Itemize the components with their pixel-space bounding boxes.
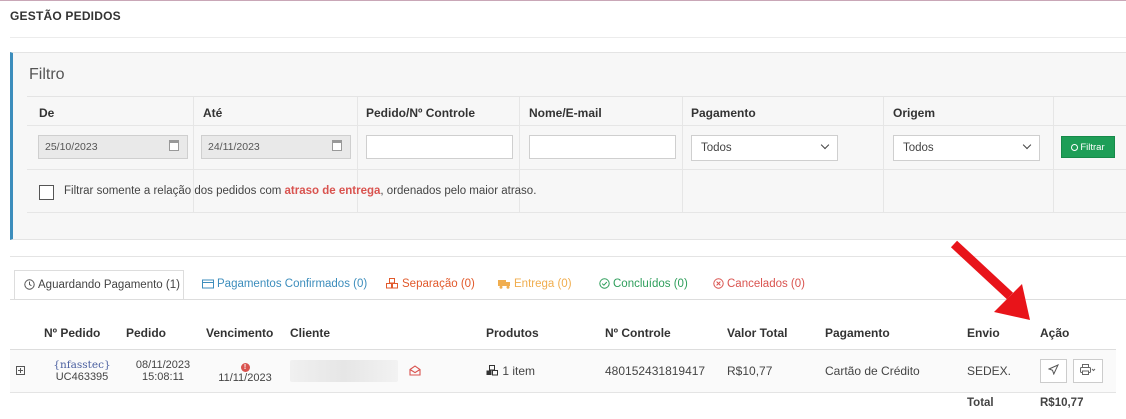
column-separator [883,97,884,213]
printer-icon [1080,363,1096,375]
delay-filter-text-highlight: atraso de entrega [284,185,381,197]
paper-plane-icon [1047,363,1060,375]
date-to-value: 24/11/2023 [208,141,260,153]
label-to: Até [203,106,223,120]
shipping-cell: SEDEX. [961,349,1034,393]
card-icon [202,279,214,289]
due-date: 11/11/2023 [218,371,272,384]
header-expand [10,317,38,350]
tab-canceled[interactable]: Cancelados (0) [713,270,805,300]
payment-method-cell: Cartão de Crédito [819,349,961,393]
calendar-icon[interactable] [332,140,342,151]
products-cell: 1 item [480,349,599,393]
tab-label: Pagamentos Confirmados (0) [217,278,368,290]
filter-panel: Filtro De Até Pedido/Nº Controle Nome/E-… [10,52,1126,240]
check-circle-icon [599,278,610,289]
payment-select-value: Todos [701,142,732,154]
label-order: Pedido/Nº Controle [366,106,476,120]
tab-awaiting-payment[interactable]: Aguardando Pagamento (1) [14,270,184,300]
client-name-redacted [290,359,398,382]
clock-icon [24,279,35,290]
payment-select[interactable]: Todos [691,135,838,161]
filter-row-divider [27,212,1126,213]
order-date: 08/11/2023 [135,358,191,371]
action-cell [1034,349,1116,393]
expand-cell [10,349,38,393]
filter-button[interactable]: Filtrar [1061,136,1115,158]
top-border-line [0,0,1126,1]
date-from-value: 25/10/2023 [45,141,98,153]
calendar-icon[interactable] [169,140,179,151]
tab-label: Concluídos (0) [613,278,688,290]
title-divider [10,37,1126,38]
exclamation-icon: ! [240,362,250,372]
order-no-cell: {nfasstec} UC463395 [38,349,120,393]
header-client[interactable]: Cliente [284,317,480,350]
header-payment[interactable]: Pagamento [819,317,961,350]
delay-filter-label: Filtrar somente a relação dos pedidos co… [64,185,536,197]
filter-button-label: Filtrar [1080,142,1105,153]
orders-table: Nº Pedido Pedido Vencimento Cliente Prod… [10,317,1116,414]
store-logo: {nfasstec} [53,358,111,371]
total-value: R$10,77 [1040,397,1084,410]
products-count[interactable]: 1 item [502,364,535,378]
cancel-circle-icon [713,278,724,289]
send-button[interactable] [1040,358,1067,383]
origin-select-value: Todos [903,142,934,154]
truck-icon [498,280,510,289]
client-cell [284,349,480,393]
red-arrow-annotation [950,240,1030,320]
filter-heading: Filtro [29,66,65,83]
page-title: GESTÃO PEDIDOS [10,9,121,23]
header-control-no[interactable]: Nº Controle [599,317,721,350]
boxes-icon [486,364,498,375]
label-name: Nome/E-mail [529,106,602,120]
envelope-open-icon[interactable] [409,365,421,376]
order-control-input[interactable] [366,135,513,159]
header-products[interactable]: Produtos [480,317,599,350]
delay-filter-text-before: Filtrar somente a relação dos pedidos co… [64,185,285,197]
expand-row-icon[interactable] [16,365,25,375]
print-menu-button[interactable] [1073,358,1104,383]
header-order-date[interactable]: Pedido [120,317,200,350]
label-payment: Pagamento [691,106,756,120]
header-order-no[interactable]: Nº Pedido [38,317,120,350]
tab-separation[interactable]: Separação (0) [386,270,475,300]
tab-delivery[interactable]: Entrega (0) [498,270,572,300]
label-origin: Origem [893,106,936,120]
origin-select[interactable]: Todos [893,135,1040,161]
column-separator [1053,97,1054,213]
delay-filter-text-after: , ordenados pelo maior atraso. [380,185,537,197]
boxes-icon [386,278,398,289]
filter-divider [27,96,1126,97]
header-due-date[interactable]: Vencimento [200,317,284,350]
filter-row-divider [27,169,1126,170]
date-from-input[interactable]: 25/10/2023 [38,135,188,159]
tab-label: Separação (0) [402,278,475,290]
total-label: Total [967,397,994,410]
tab-payments-confirmed[interactable]: Pagamentos Confirmados (0) [202,270,367,300]
label-from: De [39,106,55,120]
order-code[interactable]: UC463395 [44,371,120,383]
table-total-row: Total R$10,77 [10,392,1116,414]
chevron-down-icon [1022,140,1032,150]
date-to-input[interactable]: 24/11/2023 [201,135,351,159]
chevron-down-icon [820,140,830,150]
name-email-input[interactable] [529,135,676,159]
total-value-cell: R$10,77 [721,349,819,393]
tab-label: Aguardando Pagamento (1) [38,279,180,291]
table-row: {nfasstec} UC463395 08/11/2023 15:08:11 … [10,349,1116,393]
filter-row-divider [27,125,1126,126]
control-no-cell: 480152431819417 [599,349,721,393]
tab-label: Cancelados (0) [727,278,805,290]
tab-completed[interactable]: Concluídos (0) [599,270,688,300]
header-total[interactable]: Valor Total [721,317,819,350]
due-date-cell: ! 11/11/2023 [200,349,284,393]
delay-filter-checkbox[interactable] [39,185,54,200]
order-time: 15:08:11 [141,370,184,383]
search-icon [1071,144,1079,151]
column-separator [682,97,683,213]
tab-label: Entrega (0) [514,278,572,290]
order-date-cell: 08/11/2023 15:08:11 [120,349,200,393]
